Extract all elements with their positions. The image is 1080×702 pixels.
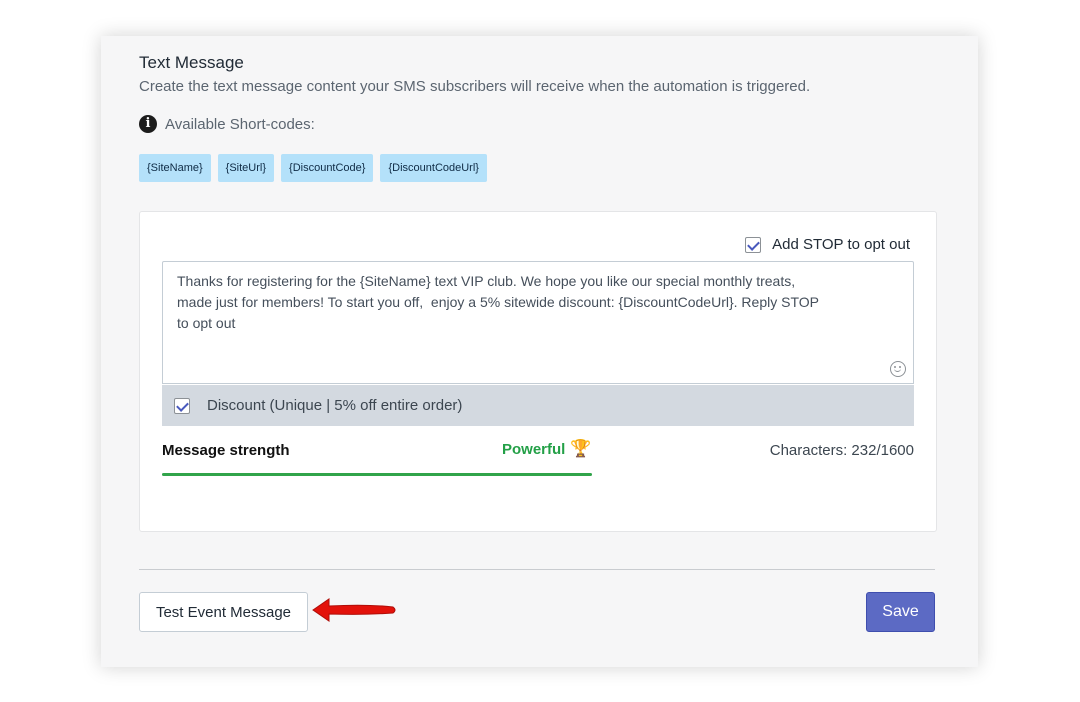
divider [139,569,935,570]
message-strength-label: Message strength [162,442,290,459]
strength-meter-fill [162,473,592,476]
red-arrow-annotation [312,598,396,622]
shortcode-chip[interactable]: {SiteName} [139,154,211,182]
message-strength-value: Powerful 🏆 [502,439,592,459]
add-stop-option[interactable]: Add STOP to opt out [745,236,910,253]
section-subtitle: Create the text message content your SMS… [139,78,811,95]
shortcode-chip[interactable]: {DiscountCodeUrl} [380,154,487,182]
info-icon: i [139,115,157,133]
shortcode-chip[interactable]: {SiteUrl} [217,154,275,182]
add-stop-label: Add STOP to opt out [772,236,910,253]
discount-label: Discount (Unique | 5% off entire order) [207,397,463,414]
emoji-icon[interactable] [890,361,906,377]
strength-meter [162,473,592,476]
save-button[interactable]: Save [866,592,935,632]
character-count: Characters: 232/1600 [769,442,914,459]
section-title: Text Message [139,53,244,72]
discount-option[interactable]: Discount (Unique | 5% off entire order) [162,385,914,426]
discount-checkbox[interactable] [174,397,190,414]
shortcodes-header: i Available Short-codes: [139,115,315,133]
strength-value-text: Powerful [502,440,566,458]
shortcodes-label: Available Short-codes: [165,115,315,133]
message-textarea[interactable]: Thanks for registering for the {SiteName… [162,261,914,384]
trophy-icon: 🏆 [570,439,592,458]
message-text[interactable]: Thanks for registering for the {SiteName… [177,271,877,334]
test-event-message-button[interactable]: Test Event Message [139,592,308,632]
shortcode-list: {SiteName} {SiteUrl} {DiscountCode} {Dis… [139,154,487,182]
text-message-card: Text Message Create the text message con… [101,36,978,667]
shortcode-chip[interactable]: {DiscountCode} [281,154,374,182]
message-editor-panel: Add STOP to opt out Thanks for registeri… [139,211,937,532]
add-stop-checkbox[interactable] [745,236,762,253]
